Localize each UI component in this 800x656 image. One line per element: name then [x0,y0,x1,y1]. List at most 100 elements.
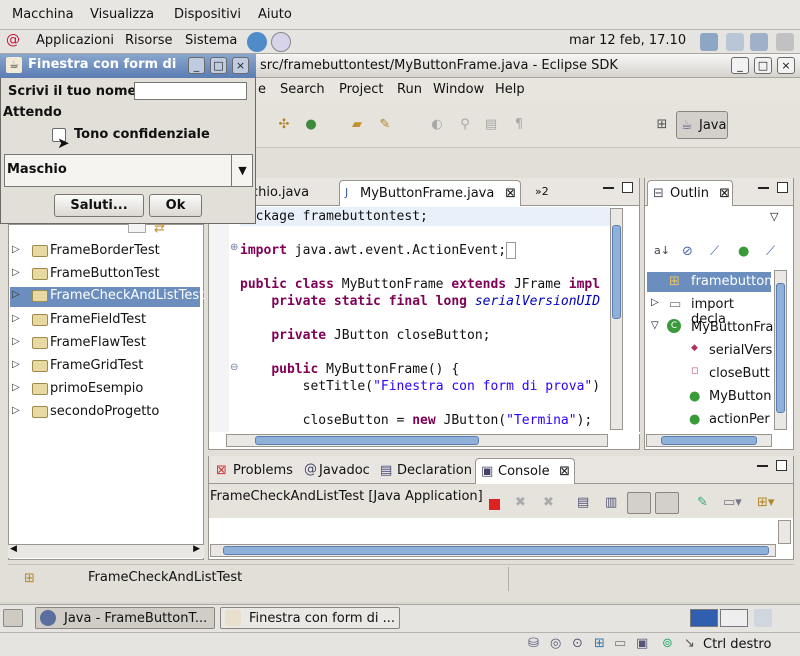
trash-icon[interactable] [754,609,772,627]
menu-help[interactable]: Help [495,82,525,97]
fold-icon[interactable]: ⊖ [230,362,238,373]
network-icon[interactable] [726,33,744,51]
fold-icon[interactable]: ⊕ [230,242,238,253]
mail-icon[interactable] [271,32,291,52]
new-class-icon[interactable]: ✣ [275,116,293,134]
menu-help[interactable]: Aiuto [258,7,292,22]
close-tab-icon[interactable]: ⊠ [559,464,570,479]
remove-launch-icon[interactable]: ✖ [515,495,526,510]
expand-icon[interactable]: ▷ [12,267,20,278]
name-input[interactable] [134,82,247,100]
gender-combobox[interactable]: Maschio ▼ [4,154,253,187]
cd-icon[interactable]: ◎ [550,636,561,651]
scroll-right-icon[interactable]: ▶ [193,544,200,554]
shared-folders-icon[interactable]: ▭ [614,636,626,651]
panel-system[interactable]: Sistema [185,33,237,48]
browser-icon[interactable] [247,32,267,52]
hdd-icon[interactable]: ⛁ [528,636,539,651]
outline-item-selected[interactable]: ⊞ framebutton [647,272,772,292]
more-tabs-button[interactable]: »2 [529,180,555,206]
outline-hscroll-thumb[interactable] [661,436,757,445]
outline-item[interactable]: ◻ closeButt [647,364,771,384]
code-line-2[interactable]: import java.awt.event.ActionEvent; [240,242,516,259]
hide-static-icon[interactable]: ⟋ [710,244,719,259]
tab-javadoc[interactable]: @ Javadoc [299,458,376,484]
code-line-7[interactable]: setTitle("Finestra con form di prova") [240,379,600,394]
open-perspective-icon[interactable]: ⊞ [653,116,671,134]
maximize-view-icon[interactable] [776,460,787,471]
ok-button[interactable]: Ok [149,194,202,217]
menu-run[interactable]: Run [397,82,422,97]
mouse-integration-icon[interactable]: ↘ [684,636,695,651]
editor-vscroll[interactable] [610,208,623,430]
tab-console[interactable]: ▣ Console ⊠ [475,458,575,484]
wand-icon[interactable]: ✎ [376,116,394,134]
volume-icon[interactable] [750,33,768,51]
capture-icon[interactable]: ⊚ [662,636,673,651]
taskbar-eclipse[interactable]: Java - FrameButtonT... [35,607,215,629]
sort-icon[interactable]: a↓ [654,244,670,257]
menu-search[interactable]: Search [280,82,325,97]
console-vscroll[interactable] [778,520,791,544]
menu-view[interactable]: Visualizza [90,7,154,22]
minimize-view-icon[interactable] [603,187,614,189]
editor-vscroll-thumb[interactable] [612,225,621,319]
scroll-lock-icon[interactable]: ▥ [605,495,617,510]
hide-fields-icon[interactable]: ⊘ [682,244,693,259]
expand-icon[interactable]: ▷ [12,382,20,393]
java-perspective-button[interactable]: ☕ Java [676,111,728,139]
code-line-4[interactable]: private static final long serialVersionU… [240,294,600,309]
confidential-label[interactable]: Tono confidenziale [74,127,210,142]
taskbar-dialog[interactable]: Finestra con form di ... [220,607,400,629]
hide-local-icon[interactable]: ⟋ [766,244,775,259]
close-tab-icon[interactable]: ⊠ [719,186,730,201]
code-line-8[interactable]: closeButton = new JButton("Termina"); [240,413,593,428]
nav-icon[interactable]: ◐ [428,116,446,134]
code-line-1[interactable]: package framebuttontest; [240,209,428,224]
search-icon[interactable] [700,33,718,51]
expand-icon[interactable]: ▷ [12,313,20,324]
display-console-icon[interactable]: ▭▾ [723,495,742,510]
show-desktop-icon[interactable] [3,609,23,627]
hide-nonpublic-icon[interactable]: ● [738,244,749,259]
maximize-view-icon[interactable] [777,182,788,193]
panel-places[interactable]: Risorse [125,33,173,48]
outline-tab[interactable]: ⊟ Outlin ⊠ [647,180,733,206]
outline-vscroll[interactable] [774,270,787,430]
usb-icon[interactable]: ▣ [636,636,648,651]
scroll-left-icon[interactable]: ◀ [10,544,17,554]
dialog-minimize-button[interactable]: _ [188,57,205,74]
outline-item[interactable]: ◆ serialVers [647,341,772,361]
editor-hscroll[interactable] [226,434,608,447]
menu-machine[interactable]: Macchina [12,7,74,22]
minimize-view-icon[interactable] [757,465,768,467]
workspace-1[interactable] [690,609,718,627]
explorer-hscroll[interactable]: ◀ ▶ [8,544,204,558]
tab-declaration[interactable]: ▤ Declaration [375,458,478,484]
console-hscroll-thumb[interactable] [223,546,769,555]
new-console-icon[interactable]: ⊞▾ [757,495,774,510]
terminate-icon[interactable] [489,499,500,510]
run-icon[interactable]: ● [302,116,320,134]
panel-applications[interactable]: Applicazioni [36,33,114,48]
network-adapter-icon[interactable]: ⊞ [594,636,605,651]
menu-file-tail[interactable]: e [258,82,266,97]
debian-logo-icon[interactable]: @ [6,32,20,48]
menu-devices[interactable]: Dispositivi [174,7,241,22]
pilcrow-icon[interactable]: ¶ [510,116,528,134]
combo-arrow-icon[interactable]: ▼ [231,155,253,186]
view-menu-icon[interactable]: ▽ [770,210,778,223]
expand-icon[interactable]: ▷ [12,359,20,370]
code-line-3[interactable]: public class MyButtonFrame extends JFram… [240,277,600,292]
outline-item[interactable]: ● MyButton [647,387,771,407]
close-button[interactable]: × [777,57,795,74]
outline-hscroll[interactable] [646,434,772,447]
power-icon[interactable] [776,33,794,51]
tree-item-selected[interactable]: ▷ FrameCheckAndListTest [10,287,204,307]
panel-clock[interactable]: mar 12 feb, 17.10 [569,33,686,48]
pin-console-icon[interactable]: ✎ [697,495,708,510]
prev-annotation-icon[interactable]: ▤ [482,116,500,134]
expand-icon[interactable]: ▷ [12,405,20,416]
outline-item[interactable]: ▷ ▭ import decla [647,295,771,327]
console-hscroll[interactable] [210,544,776,557]
